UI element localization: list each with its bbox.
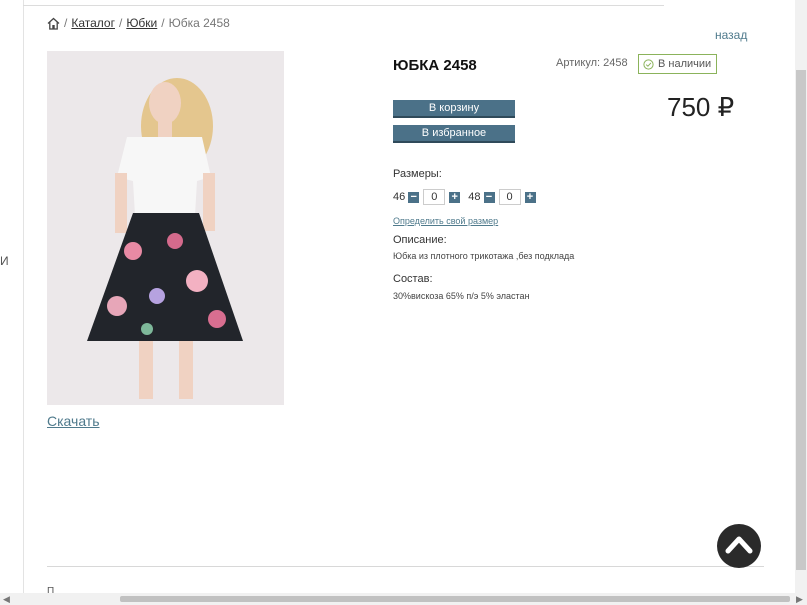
vertical-scrollbar-thumb[interactable] [796,70,806,570]
breadcrumb-category-link[interactable]: Юбки [126,16,157,30]
size-46-minus-icon[interactable]: − [408,191,420,203]
size-48-minus-icon[interactable]: − [483,191,495,203]
stock-badge: В наличии [638,54,717,74]
scroll-left-arrow-icon[interactable]: ◀ [3,594,10,605]
product-sku: Артикул: 2458 [556,57,628,69]
back-link[interactable]: назад [715,28,747,42]
breadcrumb-catalog-link[interactable]: Каталог [71,16,115,30]
add-to-cart-button[interactable]: В корзину [393,100,515,118]
stock-label: В наличии [658,58,712,70]
download-link[interactable]: Скачать [47,413,100,429]
size-48-label: 48 [468,191,481,203]
breadcrumb: / Каталог / Юбки / Юбка 2458 [47,16,230,30]
product-price: 750 ₽ [667,92,735,122]
size-48-qty-input[interactable]: 0 [498,189,521,205]
sizes-label: Размеры: [393,168,442,180]
top-divider [23,5,664,6]
home-icon[interactable] [47,17,60,30]
horizontal-scrollbar-thumb[interactable] [120,596,790,602]
left-divider [23,0,24,595]
description-label: Описание: [393,234,447,246]
chevron-up-icon [725,534,753,559]
size-48-plus-icon[interactable]: + [524,191,536,203]
left-cut-text: И [0,254,9,268]
scroll-to-top-button[interactable] [717,524,761,568]
breadcrumb-separator: / [161,16,165,30]
breadcrumb-separator: / [118,16,123,30]
determine-size-link[interactable]: Определить свой размер [393,216,498,226]
size-46-label: 46 [393,191,406,203]
description-text: Юбка из плотного трикотажа ,без подклада [393,251,575,261]
size-46-plus-icon[interactable]: + [449,191,461,203]
check-circle-icon [643,58,654,70]
bottom-divider [47,566,764,567]
breadcrumb-current: Юбка 2458 [168,16,230,30]
composition-text: 30%вискоза 65% п/э 5% эластан [393,291,530,301]
composition-label: Состав: [393,273,433,285]
add-to-favorites-button[interactable]: В избранное [393,125,515,143]
scroll-right-arrow-icon[interactable]: ▶ [796,594,803,605]
product-title: ЮБКА 2458 [393,57,477,74]
size-selector: 46 − 0 + 48 − 0 + [393,189,536,205]
size-46-qty-input[interactable]: 0 [423,189,446,205]
product-photo[interactable] [47,51,284,405]
breadcrumb-separator: / [64,16,68,30]
